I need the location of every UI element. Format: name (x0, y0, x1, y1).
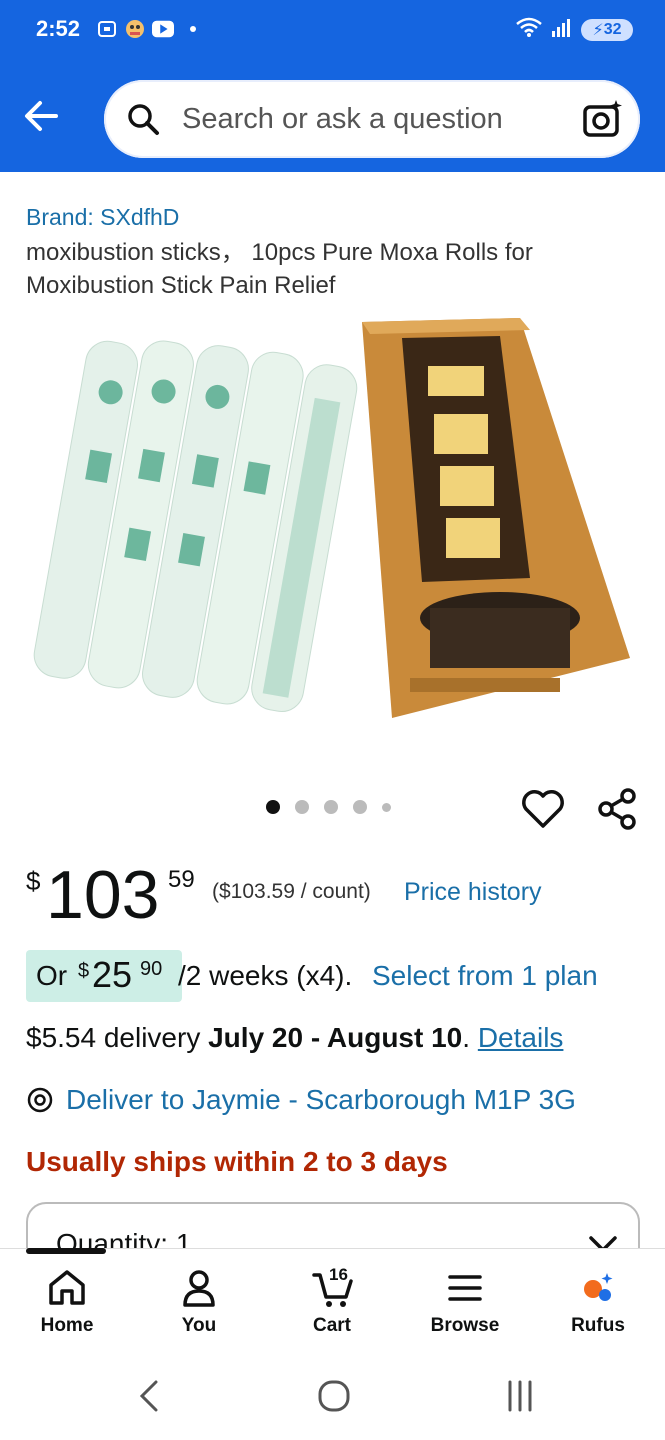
heart-icon (522, 790, 564, 828)
battery-level: 32 (603, 20, 622, 38)
carousel-dot[interactable] (324, 800, 338, 814)
battery-indicator: ⚡ 32 (581, 18, 633, 41)
moxa-rolls-graphic (33, 340, 358, 713)
screenshot-icon (96, 18, 118, 40)
system-back-icon[interactable] (130, 1376, 170, 1416)
delivery-price: $5.54 delivery (26, 1022, 209, 1053)
share-icon (598, 788, 636, 830)
nav-browse[interactable]: Browse (410, 1249, 520, 1349)
active-tab-indicator (26, 1248, 106, 1254)
arrow-left-icon (25, 101, 58, 131)
bottom-navigation: Home You 16 Cart Browse Rufus (0, 1248, 665, 1349)
nav-home-label: Home (40, 1315, 94, 1336)
nav-you-label: You (181, 1315, 217, 1336)
carousel-dot[interactable] (266, 800, 280, 814)
camera-search-icon[interactable] (582, 98, 624, 140)
nav-home[interactable]: Home (12, 1249, 122, 1349)
nav-rufus-label: Rufus (571, 1315, 625, 1336)
deliver-to-link[interactable]: Deliver to Jaymie - Scarborough M1P 3G (66, 1084, 576, 1116)
nav-browse-label: Browse (430, 1315, 500, 1336)
product-image[interactable] (30, 318, 642, 730)
shipping-note: Usually ships within 2 to 3 days (26, 1146, 448, 1177)
select-plan-link[interactable]: Select from 1 plan (372, 960, 598, 992)
price-currency: $ (26, 866, 41, 896)
search-input[interactable] (180, 98, 564, 140)
wifi-icon (515, 16, 543, 43)
payment-plan: Or $ 25 90 /2 weeks (x4). Select from 1 … (26, 950, 646, 1004)
search-bar[interactable] (104, 80, 640, 158)
price-block: $ 103 59 ($103.59 / count) Price history (26, 858, 646, 938)
status-time: 2:52 (36, 16, 81, 41)
rufus-icon (584, 1273, 613, 1301)
nav-cart[interactable]: 16 Cart (277, 1249, 387, 1349)
price-history-link[interactable]: Price history (404, 878, 542, 907)
delivery-info: $5.54 delivery July 20 - August 10. Deta… (26, 1022, 563, 1054)
price-fraction: 59 (168, 866, 195, 893)
search-icon (126, 102, 160, 136)
plan-fraction: 90 (140, 958, 163, 980)
plan-terms: /2 weeks (x4). (178, 960, 353, 991)
delivery-dates: July 20 - August 10 (208, 1022, 463, 1053)
moxa-box-graphic (362, 318, 630, 718)
nav-you[interactable]: You (144, 1249, 254, 1349)
system-home-icon[interactable] (314, 1376, 354, 1416)
notification-dot-icon (190, 26, 196, 32)
system-navigation-bar (0, 1348, 665, 1440)
search-header (0, 62, 665, 172)
youtube-icon (152, 18, 174, 40)
carousel-dot[interactable] (353, 800, 367, 814)
brand-link[interactable]: Brand: SXdfhD (26, 204, 179, 231)
cart-count: 16 (329, 1265, 348, 1284)
status-bar: 2:52 ⚡ 32 (0, 0, 665, 62)
plan-whole: 25 (92, 954, 133, 995)
game-icon (124, 18, 146, 40)
wishlist-button[interactable] (520, 786, 566, 832)
signal-icon (551, 17, 573, 42)
image-carousel-dots[interactable] (266, 800, 391, 814)
carousel-dot[interactable] (295, 800, 309, 814)
delivery-details-link[interactable]: Details (478, 1022, 564, 1053)
plan-or: Or (36, 960, 68, 991)
charging-icon: ⚡ (592, 21, 604, 39)
system-recents-icon[interactable] (500, 1376, 540, 1416)
menu-icon (448, 1275, 482, 1301)
carousel-dot[interactable] (382, 802, 391, 812)
delivery-separator: . (462, 1022, 478, 1053)
nav-cart-label: Cart (312, 1315, 351, 1336)
location-pin-icon (26, 1086, 54, 1114)
product-title: moxibustion sticks， 10pcs Pure Moxa Roll… (26, 239, 533, 299)
plan-price-badge: Or $ 25 90 (26, 950, 182, 1002)
status-notification-icons (96, 18, 196, 40)
price-whole: 103 (46, 857, 160, 933)
unit-price: ($103.59 / count) (212, 880, 371, 903)
status-system-icons: ⚡ 32 (515, 16, 633, 43)
share-button[interactable] (594, 786, 640, 832)
person-icon (183, 1270, 215, 1307)
home-icon (49, 1270, 85, 1305)
nav-rufus[interactable]: Rufus (543, 1249, 653, 1349)
plan-currency: $ (78, 960, 90, 982)
back-button[interactable] (20, 94, 64, 138)
